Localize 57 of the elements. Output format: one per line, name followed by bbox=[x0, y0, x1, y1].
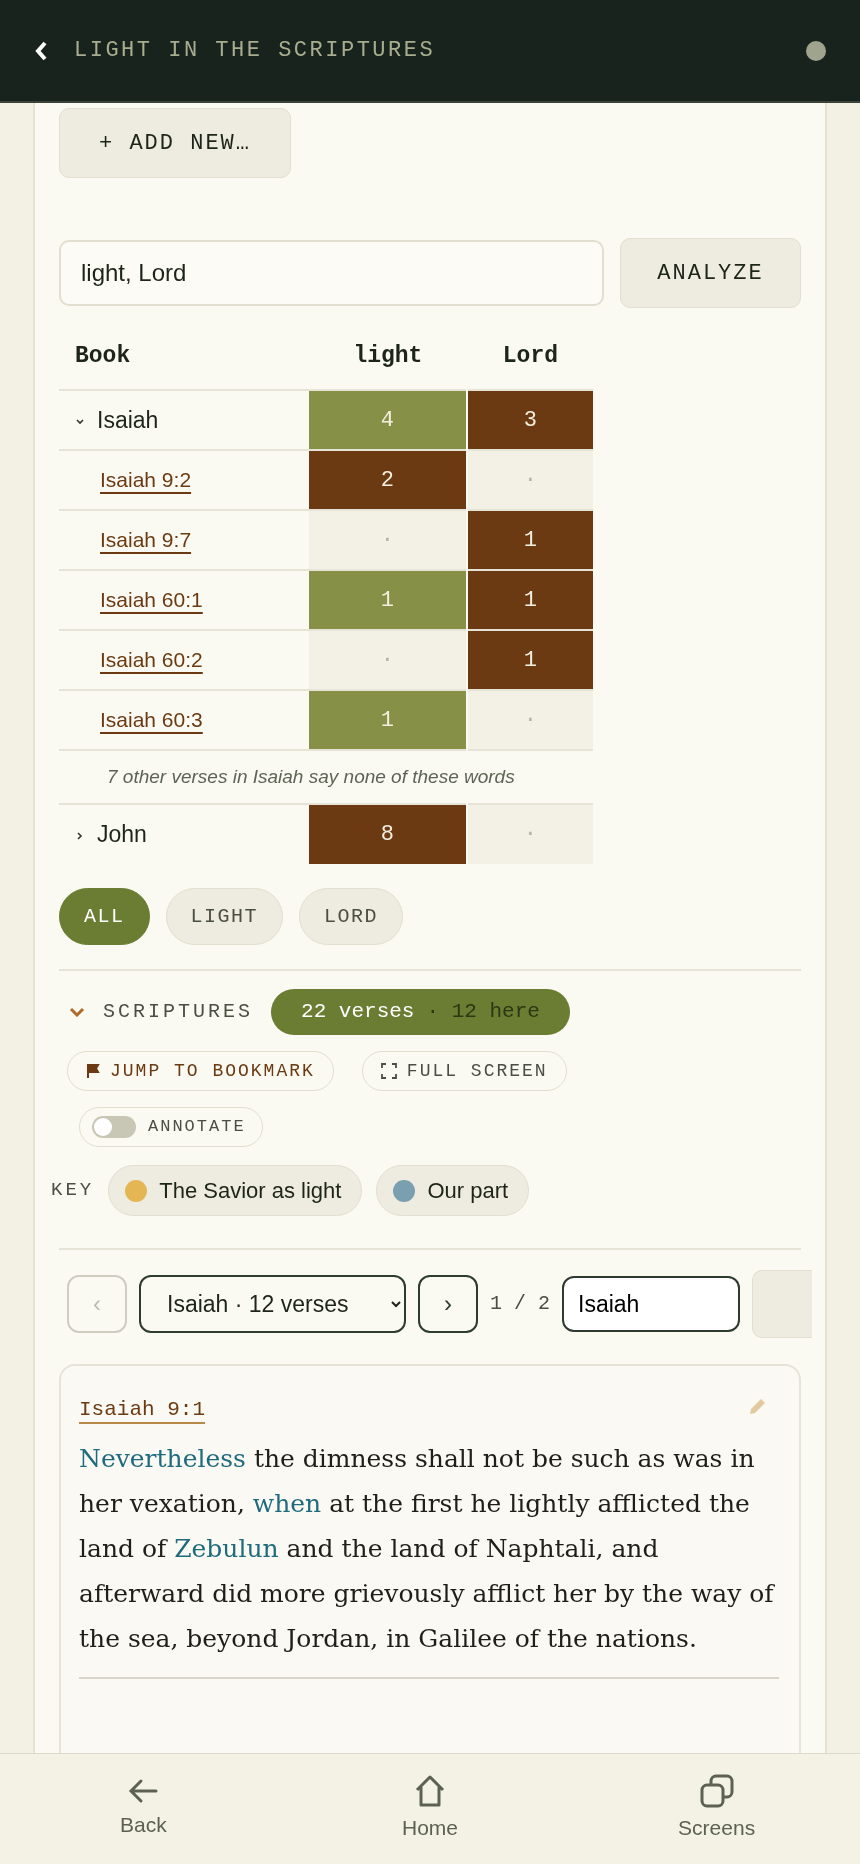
column-header: Lord bbox=[466, 324, 594, 390]
table-cell: 1 bbox=[466, 510, 594, 570]
book-name: John bbox=[97, 821, 147, 848]
book-name: Isaiah bbox=[97, 406, 159, 433]
table-cell: · bbox=[466, 450, 594, 510]
filter-chip[interactable]: ALL bbox=[59, 888, 150, 945]
page-indicator: 1 / 2 bbox=[490, 1291, 550, 1317]
verse-text: Nevertheless the dimness shall not be such as was in her vexation, when at the first he lightly afflicted the land of Zebulun and the land of Naphtali, and afterward did more grievously afflict her by the way of the sea, beyond Jordan, in Galilee of the nations. bbox=[79, 1442, 776, 1655]
verse-link[interactable]: Isaiah 9:7 bbox=[60, 528, 192, 552]
section-title: SCRIPTURES bbox=[103, 999, 254, 1025]
legend-chip: Our part bbox=[376, 1165, 530, 1216]
table-cell: 2 bbox=[309, 450, 467, 510]
legend-chip: The Savior as light bbox=[108, 1165, 363, 1216]
table-cell: 1 bbox=[466, 630, 594, 690]
analyze-button[interactable]: ANALYZE bbox=[620, 238, 801, 308]
table-cell: 1 bbox=[309, 570, 467, 630]
page-title: LIGHT IN THE SCRIPTURES bbox=[74, 37, 436, 65]
chevron-down-icon[interactable] bbox=[75, 416, 85, 427]
book-select[interactable]: Isaiah · 12 verses bbox=[139, 1275, 406, 1333]
filter-chip[interactable]: LORD bbox=[299, 888, 404, 945]
search-field[interactable]: light, Lord bbox=[59, 240, 604, 306]
back-nav-button[interactable]: Back bbox=[63, 1776, 224, 1842]
table-cell: 4 bbox=[309, 390, 467, 450]
verse-link[interactable]: Isaiah 9:2 bbox=[60, 468, 192, 492]
back-icon[interactable] bbox=[34, 39, 48, 62]
expand-icon bbox=[380, 1063, 397, 1079]
column-header: Book bbox=[59, 324, 309, 390]
next-button[interactable]: › bbox=[418, 1275, 478, 1333]
table-cell: 8 bbox=[309, 804, 467, 864]
bookmark-button[interactable]: JUMP TO BOOKMARK bbox=[67, 1051, 334, 1091]
verse-link[interactable]: Isaiah 60:1 bbox=[60, 588, 203, 612]
here-count: · 12 here bbox=[426, 999, 540, 1026]
table-cell: 1 bbox=[466, 570, 594, 630]
filter-chip[interactable]: LIGHT bbox=[165, 888, 284, 945]
table-cell: · bbox=[309, 510, 467, 570]
table-cell: 1 bbox=[309, 690, 467, 750]
key-label: KEY bbox=[51, 1178, 95, 1204]
column-header: light bbox=[309, 324, 467, 390]
chevron-right-icon[interactable] bbox=[75, 831, 85, 842]
flag-icon bbox=[86, 1063, 100, 1079]
table-cell: · bbox=[309, 630, 467, 690]
home-nav-button[interactable]: Home bbox=[350, 1773, 510, 1845]
toggle-switch[interactable] bbox=[92, 1116, 136, 1138]
verse-link[interactable]: Isaiah 60:3 bbox=[60, 708, 203, 732]
table-cell: 3 bbox=[466, 390, 594, 450]
fullscreen-button[interactable]: FULL SCREEN bbox=[361, 1051, 567, 1091]
verse-count: 22 verses bbox=[301, 999, 415, 1026]
verse-link[interactable]: Isaiah 60:2 bbox=[60, 648, 203, 672]
table-cell: · bbox=[466, 690, 594, 750]
book-field[interactable]: Isaiah bbox=[562, 1276, 740, 1332]
status-dot bbox=[806, 40, 826, 61]
home-icon bbox=[413, 1774, 447, 1809]
screens-nav-button[interactable]: Screens bbox=[636, 1773, 797, 1845]
add-new-button[interactable]: + ADD NEW… bbox=[59, 108, 291, 178]
verse-reference[interactable]: Isaiah 9:1 bbox=[79, 1398, 206, 1421]
windows-icon bbox=[698, 1774, 735, 1809]
table-cell: · bbox=[466, 804, 594, 864]
